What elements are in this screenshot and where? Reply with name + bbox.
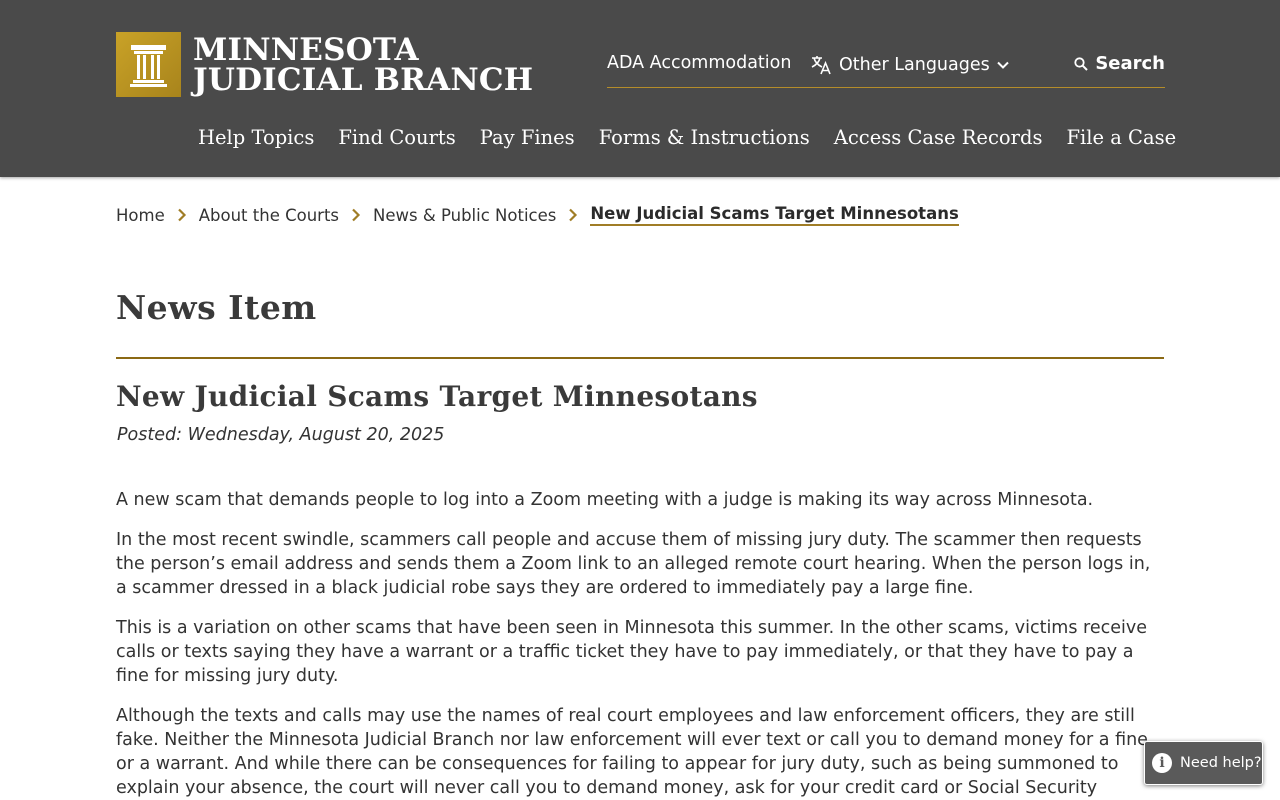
nav-help-topics[interactable]: Help Topics [198, 126, 314, 149]
breadcrumb-about-the-courts[interactable]: About the Courts [199, 206, 339, 225]
article-body: A new scam that demands people to log in… [116, 488, 1166, 800]
posted-date: Posted: Wednesday, August 20, 2025 [117, 425, 445, 445]
logo-line-2: JUDICIAL BRANCH [193, 61, 534, 98]
search-label: Search [1095, 53, 1165, 74]
other-languages-dropdown[interactable]: Other Languages [809, 53, 1010, 77]
breadcrumb-news-public-notices[interactable]: News & Public Notices [373, 206, 556, 225]
nav-pay-fines[interactable]: Pay Fines [480, 126, 575, 149]
page-title: News Item [116, 288, 317, 327]
nav-file-a-case[interactable]: File a Case [1066, 126, 1176, 149]
chevron-right-icon [177, 208, 186, 222]
title-divider [116, 357, 1164, 359]
nav-find-courts[interactable]: Find Courts [338, 126, 455, 149]
pillar-seal-icon [116, 32, 181, 97]
site-header: MINNESOTA JUDICIAL BRANCH ADA Accommodat… [0, 0, 1280, 177]
article-paragraph: A new scam that demands people to log in… [116, 490, 1094, 510]
article-paragraph: This is a variation on other scams that … [116, 618, 1147, 686]
article-paragraph: Although the texts and calls may use the… [116, 706, 1148, 798]
article-title: New Judicial Scams Target Minnesotans [116, 380, 758, 413]
chevron-down-icon [997, 61, 1009, 69]
article-paragraph: In the most recent swindle, scammers cal… [116, 530, 1151, 598]
nav-forms-instructions[interactable]: Forms & Instructions [599, 126, 810, 149]
translate-icon [811, 56, 831, 75]
other-languages-label: Other Languages [839, 55, 990, 75]
search-button[interactable]: Search [1073, 53, 1165, 74]
main-navigation: Help Topics Find Courts Pay Fines Forms … [198, 126, 1200, 149]
chevron-right-icon [569, 208, 578, 222]
search-icon [1074, 56, 1089, 71]
nav-access-case-records[interactable]: Access Case Records [834, 126, 1043, 149]
utility-bar: ADA Accommodation Other Languages Search [607, 50, 1165, 88]
need-help-label: Need help? [1180, 755, 1262, 771]
chevron-right-icon [352, 208, 361, 222]
ada-accommodation-link[interactable]: ADA Accommodation [607, 53, 791, 73]
need-help-button[interactable]: i Need help? [1144, 741, 1263, 785]
logo-line-1: MINNESOTA [193, 31, 419, 68]
info-icon: i [1152, 753, 1172, 773]
breadcrumb: Home About the Courts News & Public Noti… [116, 204, 959, 226]
home-logo-link[interactable]: MINNESOTA JUDICIAL BRANCH [116, 32, 533, 97]
logo-wordmark: MINNESOTA JUDICIAL BRANCH [193, 31, 534, 98]
breadcrumb-home[interactable]: Home [116, 206, 165, 225]
breadcrumb-current: New Judicial Scams Target Minnesotans [590, 204, 959, 226]
